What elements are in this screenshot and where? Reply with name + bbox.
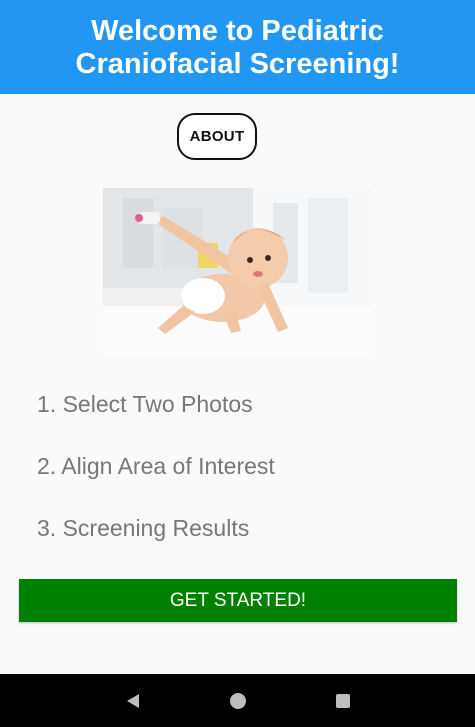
app-header: Welcome to Pediatric Craniofacial Screen…: [0, 0, 475, 94]
baby-photo: [103, 188, 371, 356]
home-icon[interactable]: [223, 686, 253, 716]
about-button[interactable]: ABOUT: [177, 113, 257, 160]
back-icon[interactable]: [118, 686, 148, 716]
step-align-area: 2. Align Area of Interest: [37, 453, 275, 479]
get-started-button[interactable]: GET STARTED!: [19, 579, 457, 622]
step-select-photos: 1. Select Two Photos: [37, 391, 253, 417]
step-screening-results: 3. Screening Results: [37, 515, 250, 541]
recents-icon[interactable]: [328, 686, 358, 716]
system-nav-bar: [0, 674, 475, 727]
page-title: Welcome to Pediatric Craniofacial Screen…: [75, 15, 400, 80]
